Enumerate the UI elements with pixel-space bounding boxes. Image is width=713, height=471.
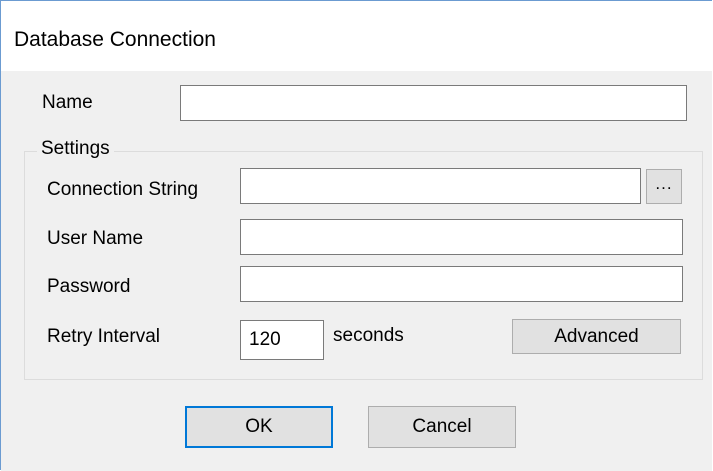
retry-interval-label: Retry Interval	[47, 326, 160, 347]
ok-button[interactable]: OK	[185, 406, 333, 448]
password-input[interactable]	[240, 266, 683, 302]
name-input[interactable]	[180, 85, 687, 121]
cancel-button[interactable]: Cancel	[368, 406, 516, 448]
title-bar: Database Connection	[1, 1, 712, 71]
retry-interval-input[interactable]: 120	[240, 320, 324, 360]
retry-interval-unit: seconds	[333, 325, 404, 346]
dialog-title: Database Connection	[14, 28, 216, 51]
settings-group-label: Settings	[37, 138, 114, 160]
advanced-button[interactable]: Advanced	[512, 319, 681, 354]
name-label: Name	[42, 92, 93, 113]
user-name-label: User Name	[47, 228, 144, 249]
connection-string-label: Connection String	[47, 179, 199, 200]
database-connection-dialog: Database Connection Name Settings Connec…	[0, 0, 712, 471]
user-name-input[interactable]	[240, 219, 683, 255]
connection-string-input[interactable]	[240, 168, 641, 204]
dialog-body: Name Settings Connection String ... User…	[1, 71, 712, 471]
password-label: Password	[47, 276, 131, 297]
browse-connection-button[interactable]: ...	[646, 169, 682, 204]
